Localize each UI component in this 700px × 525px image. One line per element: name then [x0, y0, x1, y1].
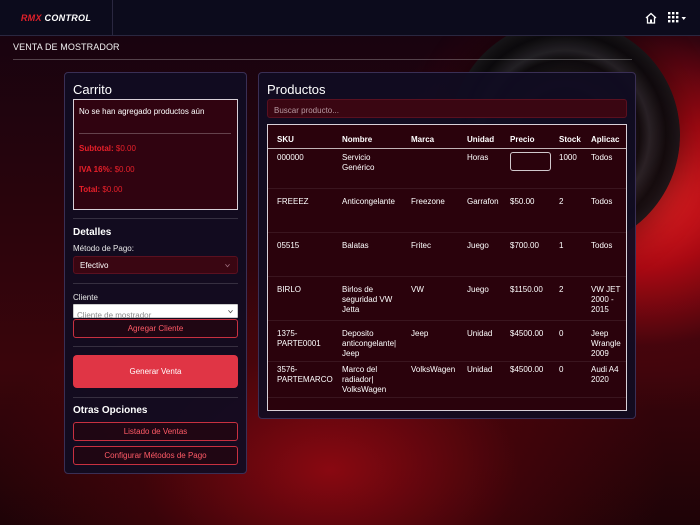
cell-unit: Horas: [467, 153, 489, 162]
cart-empty-message: No se han agregado productos aún: [79, 107, 205, 116]
sales-list-button[interactable]: Listado de Ventas: [73, 422, 238, 441]
cell-unit: Juego: [467, 285, 489, 294]
details-title: Detalles: [73, 227, 112, 238]
cell-sku: BIRLO: [277, 285, 302, 294]
cell-name: Birlos de seguridad VW Jetta: [342, 285, 393, 314]
payment-method-value: Efectivo: [80, 261, 109, 270]
home-icon[interactable]: [644, 11, 658, 25]
cell-stock: 2: [559, 197, 564, 206]
cell-price: $700.00: [510, 241, 539, 250]
divider: [79, 133, 231, 134]
total-label: Total:: [79, 185, 101, 194]
cell-brand: Jeep: [411, 329, 429, 338]
logo-text-rmx: RMX: [20, 13, 42, 23]
row-divider: [268, 276, 626, 277]
cell-application: VW JET 2000 -2015: [591, 285, 621, 314]
grid-icon[interactable]: [668, 11, 688, 25]
cell-unit: Garrafon: [467, 197, 499, 206]
cell-stock: 0: [559, 365, 564, 374]
divider: [73, 346, 238, 347]
cell-application: Todos: [591, 241, 613, 250]
other-options-title: Otras Opciones: [73, 405, 148, 416]
payment-method-label: Método de Pago:: [73, 244, 134, 253]
logo-container[interactable]: RMX CONTROL: [0, 0, 113, 36]
cell-price: $50.00: [510, 197, 535, 206]
column-header-stock[interactable]: Stock: [559, 135, 581, 144]
cell-stock: 1: [559, 241, 564, 250]
row-divider: [268, 232, 626, 233]
configure-payment-methods-button[interactable]: Configurar Métodos de Pago: [73, 446, 238, 465]
divider: [73, 283, 238, 284]
cell-unit: Unidad: [467, 365, 493, 374]
subtotal-label: Subtotal:: [79, 144, 114, 153]
product-search[interactable]: [267, 99, 627, 119]
cell-brand: VolksWagen: [411, 365, 456, 374]
cell-price: $4500.00: [510, 365, 544, 374]
total-value: $0.00: [102, 185, 123, 194]
cart-box: No se han agregado productos aún Subtota…: [73, 99, 238, 210]
page-title: VENTA DE MOSTRADOR: [13, 42, 120, 52]
iva-value: $0.00: [114, 165, 135, 174]
price-input[interactable]: [510, 152, 551, 171]
column-header-sku[interactable]: SKU: [277, 135, 294, 144]
cell-application: Todos: [591, 197, 613, 206]
cell-stock: 0: [559, 329, 564, 338]
cell-brand: VW: [411, 285, 424, 294]
cell-name: Deposito anticongelante| Jeep: [342, 329, 397, 358]
products-title: Productos: [267, 82, 326, 97]
chevron-down-icon: [228, 310, 233, 314]
iva-label: IVA 16%:: [79, 165, 113, 174]
add-client-button[interactable]: Agregar Cliente: [73, 319, 238, 338]
subtotal-value: $0.00: [115, 144, 136, 153]
column-header-unit[interactable]: Unidad: [467, 135, 494, 144]
cell-application: Audi A4 2020: [591, 365, 619, 384]
subtotal-line: Subtotal: $0.00: [79, 144, 136, 153]
cell-name: Servicio Genérico: [342, 153, 375, 172]
cell-name: Balatas: [342, 241, 369, 250]
total-line: Total: $0.00: [79, 185, 122, 194]
cell-stock: 1000: [559, 153, 577, 162]
generate-sale-button[interactable]: Generar Venta: [73, 355, 238, 388]
column-header-price[interactable]: Precio: [510, 135, 534, 144]
client-select[interactable]: [73, 304, 238, 322]
cell-price: $4500.00: [510, 329, 544, 338]
chevron-down-icon: [225, 264, 230, 268]
search-input[interactable]: [268, 102, 618, 119]
client-label: Cliente: [73, 293, 98, 302]
column-header-application[interactable]: Aplicac: [591, 135, 619, 144]
cell-price: $1150.00: [510, 285, 543, 294]
cell-unit: Unidad: [467, 329, 493, 338]
row-divider: [268, 188, 626, 189]
row-divider: [268, 361, 626, 362]
column-header-name[interactable]: Nombre: [342, 135, 372, 144]
divider: [73, 397, 238, 398]
cell-unit: Juego: [467, 241, 489, 250]
cell-application: Todos: [591, 153, 613, 162]
divider: [13, 59, 632, 60]
cell-brand: Fritec: [411, 241, 431, 250]
app-logo[interactable]: RMX CONTROL: [21, 13, 91, 23]
cell-brand: Freezone: [411, 197, 445, 206]
cell-sku: 3576- PARTEMARCO: [277, 365, 333, 384]
row-divider: [268, 320, 626, 321]
cart-title: Carrito: [73, 82, 113, 97]
divider: [73, 218, 238, 219]
logo-text-control: CONTROL: [41, 13, 92, 23]
products-table: SKU Nombre Marca Unidad Precio Stock Apl…: [267, 124, 627, 411]
table-header-divider: [268, 148, 626, 149]
cell-name: Marco del radiador| VolksWagen: [342, 365, 387, 394]
cell-sku: 05515: [277, 241, 300, 250]
row-divider: [268, 397, 626, 398]
cell-name: Anticongelante: [342, 197, 395, 206]
payment-method-select[interactable]: Efectivo: [73, 256, 238, 274]
cell-application: Jeep Wrangle 2009: [591, 329, 621, 358]
cell-sku: FREEEZ: [277, 197, 309, 206]
cell-stock: 2: [559, 285, 564, 294]
cell-sku: 1375- PARTE0001: [277, 329, 321, 348]
iva-line: IVA 16%: $0.00: [79, 165, 135, 174]
cell-sku: 000000: [277, 153, 304, 162]
top-navbar: RMX CONTROL: [0, 0, 700, 36]
column-header-brand[interactable]: Marca: [411, 135, 434, 144]
